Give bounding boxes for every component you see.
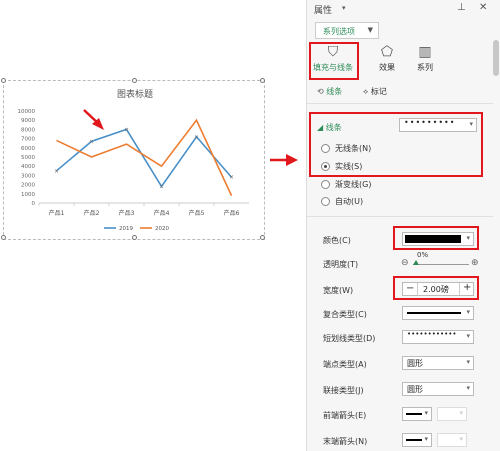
radio-dot	[321, 180, 330, 189]
width-label: 宽度(W)	[323, 286, 354, 295]
bar-chart-icon: ▥	[418, 44, 432, 60]
annotation-box	[393, 226, 479, 250]
end-arrow-size-dropdown[interactable]: ▾	[437, 433, 467, 447]
cap-type-label: 端点类型(A)	[323, 360, 367, 369]
subtab-label: 线条	[326, 87, 343, 96]
dash-type-label: 短划线类型(D)	[323, 334, 376, 343]
subtab-marker[interactable]: ⟡ 标记	[363, 86, 387, 97]
divider	[307, 216, 493, 217]
join-type-value: 圆形	[407, 385, 423, 394]
join-type-dropdown[interactable]: 圆形 ▾	[402, 382, 474, 396]
line-preview	[406, 413, 422, 415]
color-label: 颜色(C)	[323, 236, 351, 245]
line-icon: ⟲	[317, 87, 324, 96]
slider-thumb[interactable]	[413, 260, 419, 265]
chevron-down-icon: ▾	[459, 435, 463, 443]
screen: 图表标题 10000 9000 8000 7000 6000 5000 4000 3000 20…	[0, 0, 500, 451]
begin-arrow-size-dropdown[interactable]: ▾	[437, 407, 467, 421]
end-arrow-label: 末端箭头(N)	[323, 437, 368, 446]
series-option-label: 系列选项	[323, 27, 355, 36]
minus-icon[interactable]: ⊖	[401, 258, 409, 268]
property-panel: 属性 ▾ ⊥ ✕ 系列选项 ▼ ⛉ 填充与线条 ⬠ 效果 ▥ 系列 ⟲ 线条 ⟡	[306, 0, 500, 451]
transparency-slider[interactable]: ⊖ 0% ⊕	[401, 251, 479, 272]
begin-arrow-type-dropdown[interactable]: ▾	[402, 407, 432, 421]
chevron-down-icon: ▾	[424, 409, 428, 417]
scrollbar[interactable]	[493, 40, 499, 76]
line-preview	[406, 439, 422, 441]
subtab-line[interactable]: ⟲ 线条	[317, 86, 342, 97]
series-option-dropdown[interactable]: 系列选项 ▼	[315, 22, 379, 39]
transparency-label: 透明度(T)	[323, 260, 359, 269]
cap-type-value: 圆形	[407, 359, 423, 368]
dotted-line-preview: ••••••••••••	[407, 330, 457, 338]
chevron-down-icon: ▾	[424, 435, 428, 443]
chevron-down-icon: ▾	[466, 308, 470, 316]
transparency-value: 0%	[417, 251, 429, 259]
solid-line-preview	[407, 312, 461, 314]
close-icon[interactable]: ✕	[479, 2, 487, 13]
chevron-down-icon: ▾	[466, 358, 470, 366]
chevron-down-icon[interactable]: ▾	[342, 4, 346, 12]
chevron-down-icon: ▼	[367, 26, 373, 34]
end-arrow-type-dropdown[interactable]: ▾	[402, 433, 432, 447]
pin-icon[interactable]: ⊥	[457, 2, 466, 13]
divider	[307, 103, 493, 104]
annotation-box	[393, 276, 479, 300]
radio-dot	[321, 197, 330, 206]
plus-icon[interactable]: ⊕	[471, 258, 479, 268]
compound-type-label: 复合类型(C)	[323, 310, 367, 319]
subtab-label: 标记	[370, 87, 387, 96]
compound-type-dropdown[interactable]: ▾	[402, 306, 474, 320]
arrow-head	[286, 154, 298, 166]
radio-auto[interactable]: 自动(U)	[321, 196, 363, 207]
tab-label: 系列	[417, 63, 433, 72]
tab-series[interactable]: ▥ 系列	[403, 42, 447, 78]
chevron-down-icon: ▾	[466, 384, 470, 392]
panel-title: 属性	[314, 6, 333, 16]
dash-type-dropdown[interactable]: •••••••••••• ▾	[402, 330, 474, 344]
marker-icon: ⟡	[363, 87, 369, 96]
radio-gradient-line[interactable]: 渐变线(G)	[321, 179, 371, 190]
slider-track	[413, 264, 469, 265]
chevron-down-icon: ▾	[466, 332, 470, 340]
annotation-box	[309, 112, 483, 177]
annotation-box	[309, 42, 359, 80]
panel-header: 属性 ▾ ⊥ ✕	[307, 0, 500, 18]
join-type-label: 联接类型(J)	[323, 386, 364, 395]
chevron-down-icon: ▾	[459, 409, 463, 417]
begin-arrow-label: 前端箭头(E)	[323, 411, 367, 420]
cap-type-dropdown[interactable]: 圆形 ▾	[402, 356, 474, 370]
